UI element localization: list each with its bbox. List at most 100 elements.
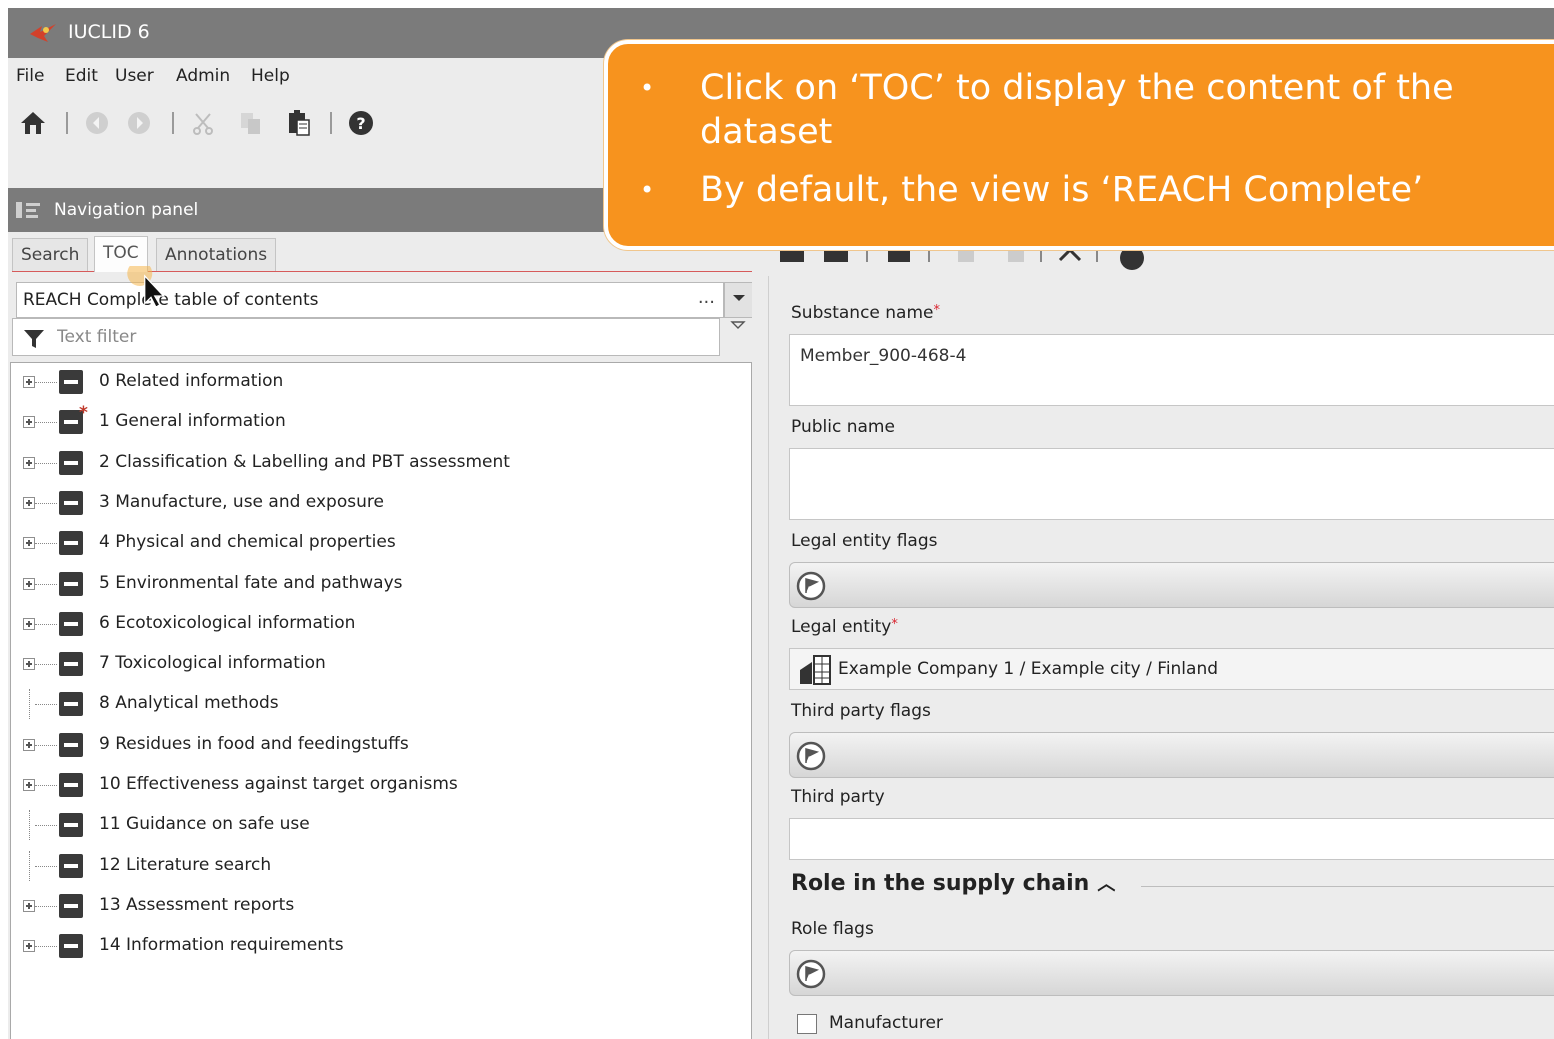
- toc-tree-item-label: 7 Toxicological information: [99, 653, 326, 674]
- toc-tree-item-label: 2 Classification & Labelling and PBT ass…: [99, 451, 510, 472]
- manufacturer-label: Manufacturer: [829, 1013, 943, 1033]
- substance-name-field[interactable]: Member_900-468-4: [789, 334, 1554, 406]
- toc-tree-item[interactable]: 0 Related information: [19, 367, 739, 397]
- expand-plus-icon[interactable]: [23, 779, 35, 791]
- menu-admin[interactable]: Admin: [176, 66, 230, 86]
- toc-tree-item[interactable]: 9 Residues in food and feedingstuffs: [19, 730, 739, 760]
- toc-view-more-button[interactable]: ...: [698, 287, 715, 308]
- tree-connector: [35, 502, 57, 504]
- expand-plus-icon[interactable]: [23, 456, 35, 469]
- tree-connector: [35, 785, 57, 786]
- section-document-icon: [59, 773, 83, 797]
- toc-tree-item-label: 10 Effectiveness against target organism…: [99, 774, 458, 794]
- menu-file[interactable]: File: [16, 66, 44, 86]
- third-party-flags-bar[interactable]: [789, 732, 1554, 778]
- callout-bullet: By default, the view is ‘REACH Complete’: [628, 168, 1528, 212]
- section-document-icon: [59, 611, 83, 636]
- toc-tree-item[interactable]: 4 Physical and chemical properties: [19, 528, 739, 558]
- forward-icon[interactable]: [124, 108, 154, 138]
- pane-splitter[interactable]: [752, 232, 768, 1039]
- flag-icon[interactable]: [796, 741, 826, 771]
- toc-tree: 0 Related information * 1 General informat…: [10, 362, 752, 1039]
- expand-plus-icon[interactable]: [23, 376, 35, 388]
- tree-connector: [35, 905, 57, 907]
- toc-tree-item[interactable]: 14 Information requirements: [19, 931, 739, 961]
- menu-user[interactable]: User: [115, 66, 154, 86]
- navigation-panel-title: Navigation panel: [54, 200, 199, 220]
- menu-edit[interactable]: Edit: [65, 66, 98, 86]
- dataset-form: Substance name* Member_900-468-4 Public …: [768, 276, 1554, 1039]
- toc-tree-item[interactable]: 12 Literature search: [19, 850, 739, 881]
- role-flags-label: Role flags: [791, 919, 874, 939]
- tree-connector: [35, 623, 57, 625]
- expand-plus-icon[interactable]: [23, 940, 35, 953]
- tree-connector: [35, 583, 57, 585]
- chevron-down-icon: [733, 295, 745, 301]
- legal-entity-flags-label: Legal entity flags: [791, 531, 938, 551]
- section-document-icon: [59, 893, 83, 918]
- flag-icon[interactable]: [796, 959, 826, 989]
- manufacturer-checkbox[interactable]: [797, 1014, 817, 1034]
- required-star-icon: *: [79, 403, 88, 424]
- toc-options-dropdown[interactable]: [724, 318, 754, 354]
- toc-tree-item[interactable]: 10 Effectiveness against target organism…: [19, 770, 739, 800]
- section-divider: [1141, 886, 1554, 887]
- toolbar-separator: [66, 112, 68, 134]
- company-building-icon: [800, 655, 831, 685]
- toc-tree-item[interactable]: * 1 General information: [19, 403, 739, 437]
- third-party-field[interactable]: [789, 818, 1554, 860]
- expand-plus-icon[interactable]: [23, 577, 35, 590]
- toc-tree-item[interactable]: 11 Guidance on safe use: [19, 810, 739, 841]
- toc-view-dropdown-button[interactable]: [724, 282, 754, 318]
- legal-entity-flags-bar[interactable]: [789, 562, 1554, 608]
- toolbar-separator: [330, 112, 332, 134]
- tree-connector: [35, 543, 57, 545]
- third-party-label: Third party: [791, 787, 885, 807]
- expand-plus-icon[interactable]: [23, 899, 35, 912]
- paste-icon[interactable]: [284, 108, 314, 138]
- tab-annotations[interactable]: Annotations: [156, 238, 277, 272]
- toc-tree-item-label: 9 Residues in food and feedingstuffs: [99, 733, 409, 754]
- navigation-panel: Search TOC Annotations REACH Complete ta…: [8, 232, 768, 1039]
- expand-plus-icon[interactable]: [23, 617, 35, 630]
- section-document-icon: [59, 934, 83, 959]
- toc-view-selector[interactable]: REACH Complete table of contents ...: [16, 282, 724, 318]
- expand-plus-icon[interactable]: [23, 496, 35, 509]
- text-filter-input[interactable]: [57, 327, 657, 347]
- chevron-up-icon[interactable]: ︿: [1097, 870, 1115, 896]
- toc-tree-item[interactable]: 5 Environmental fate and pathways: [19, 569, 739, 599]
- supply-chain-section-title[interactable]: Role in the supply chain ︿: [791, 870, 1115, 896]
- copy-icon[interactable]: [236, 108, 266, 138]
- expand-plus-icon[interactable]: [23, 658, 35, 671]
- section-document-icon: [59, 652, 83, 677]
- dataset-editor: Substance name* Member_900-468-4 Public …: [768, 232, 1554, 1039]
- home-icon[interactable]: [18, 108, 48, 138]
- toc-tree-item-label: 8 Analytical methods: [99, 693, 279, 714]
- flag-icon[interactable]: [796, 571, 826, 601]
- menu-help[interactable]: Help: [251, 66, 290, 86]
- cut-icon[interactable]: [188, 108, 218, 138]
- back-icon[interactable]: [82, 108, 112, 138]
- toc-tree-item[interactable]: 3 Manufacture, use and exposure: [19, 488, 739, 518]
- section-document-icon: [59, 571, 83, 596]
- tutorial-callout: Click on ‘TOC’ to display the content of…: [604, 40, 1554, 250]
- expand-plus-icon[interactable]: [23, 537, 35, 550]
- toc-tree-item[interactable]: 7 Toxicological information: [19, 649, 739, 679]
- tree-connector: [35, 664, 57, 666]
- toc-tree-item-label: 3 Manufacture, use and exposure: [99, 491, 384, 512]
- toc-tree-item[interactable]: 13 Assessment reports: [19, 891, 739, 921]
- expand-plus-icon[interactable]: [23, 416, 35, 429]
- expand-plus-icon[interactable]: [23, 738, 35, 751]
- tree-connector: [35, 704, 57, 706]
- role-flags-bar[interactable]: [789, 950, 1554, 996]
- toc-tree-item[interactable]: 8 Analytical methods: [19, 689, 739, 720]
- callout-bullet: Click on ‘TOC’ to display the content of…: [628, 66, 1528, 154]
- help-icon[interactable]: ?: [346, 108, 376, 138]
- substance-name-value: Member_900-468-4: [800, 346, 967, 366]
- tab-search[interactable]: Search: [12, 238, 89, 272]
- public-name-field[interactable]: [789, 448, 1554, 520]
- legal-entity-field[interactable]: Example Company 1 / Example city / Finla…: [789, 648, 1554, 690]
- text-filter-field[interactable]: [12, 318, 720, 356]
- toc-tree-item[interactable]: 6 Ecotoxicological information: [19, 609, 739, 639]
- toc-tree-item[interactable]: 2 Classification & Labelling and PBT ass…: [19, 448, 739, 478]
